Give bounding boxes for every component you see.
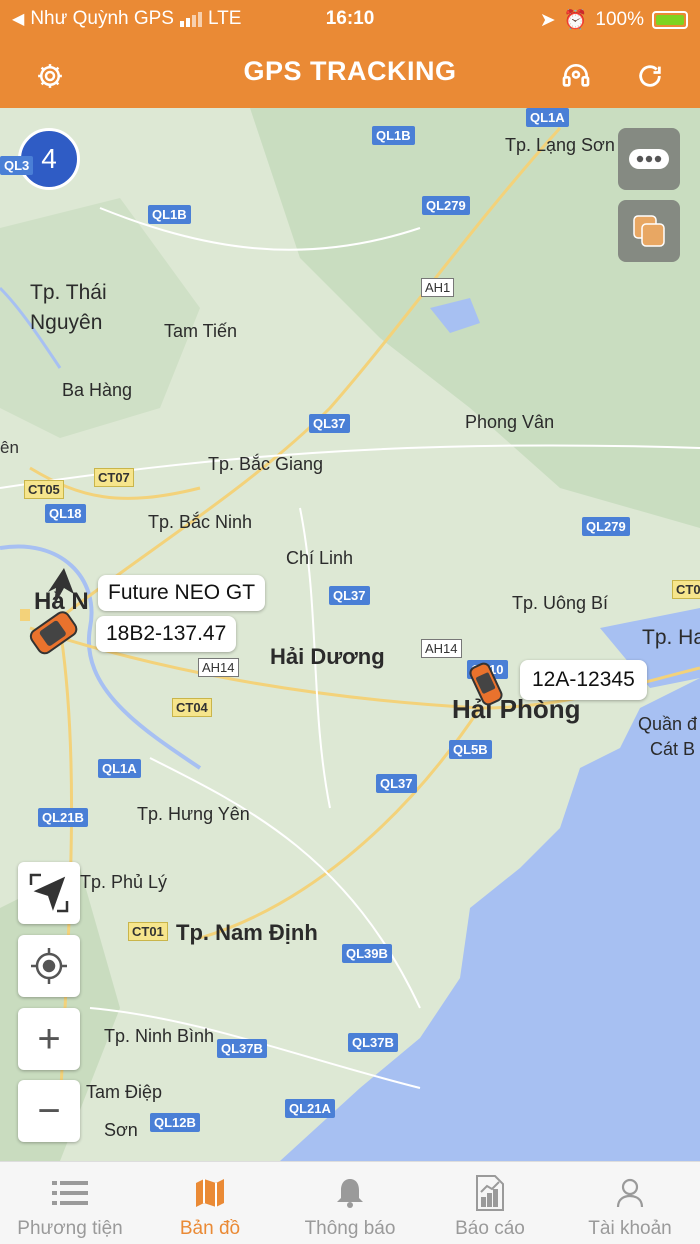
more-options-button[interactable] [618, 128, 680, 190]
place-label: Ba Hàng [62, 380, 133, 400]
place-label: Tp. Thái Nguyên [30, 281, 107, 334]
nav-label: Bản đồ [179, 1218, 241, 1239]
road-label: QL18 [45, 504, 86, 523]
support-button[interactable] [556, 56, 596, 96]
zoom-out-button[interactable]: − [18, 1080, 80, 1142]
place-label: Tam Điệp [86, 1082, 163, 1102]
road-label: QL37 [329, 586, 370, 605]
vehicle-tooltip[interactable]: 18B2-137.47 [96, 616, 237, 652]
nav-label: Phương tiện [17, 1218, 123, 1239]
road-label: CT04 [172, 698, 212, 717]
place-label: Chí Linh [286, 548, 354, 568]
car-marker-icon[interactable] [20, 603, 90, 663]
vehicle-tooltip[interactable]: 12A-12345 [520, 660, 647, 700]
nav-account[interactable]: Tài khoản [560, 1162, 700, 1244]
road-label: QL1B [372, 126, 415, 145]
nav-label: Thông báo [304, 1218, 396, 1239]
road-label: QL5B [449, 740, 492, 759]
battery-percent: 100% [595, 9, 644, 30]
place-label: Tp. Hưng Yên [137, 804, 250, 824]
road-label: AH14 [421, 639, 462, 658]
status-right: ➤ ⏰ 100% [540, 8, 688, 32]
nav-reports[interactable]: Báo cáo [420, 1162, 560, 1244]
place-label: Tp. Uông Bí [512, 593, 609, 613]
road-label: QL37B [348, 1033, 398, 1052]
vehicle-tooltip[interactable]: Future NEO GT [98, 575, 266, 611]
place-label: Tp. Ninh Bình [104, 1026, 215, 1046]
road-label: AH1 [421, 278, 455, 297]
car-marker-icon[interactable] [466, 660, 506, 708]
place-label: Phong Vân [465, 412, 555, 432]
nav-vehicles[interactable]: Phương tiện [0, 1162, 140, 1244]
refresh-button[interactable] [630, 56, 670, 96]
place-label: Tp. Bắc Ninh [148, 512, 253, 532]
place-label: Tp. Bắc Giang [208, 454, 324, 474]
place-label: Quần đ [638, 714, 698, 734]
map-icon [196, 1179, 224, 1207]
map-layers-button[interactable] [618, 200, 680, 262]
road-label: CT05 [24, 480, 64, 499]
list-icon [52, 1181, 88, 1205]
road-label: QL279 [582, 517, 630, 536]
map-view[interactable]: 4 ên Tp. Thái Nguyên Tam Tiến Ba Hàng Tp… [0, 108, 700, 1161]
place-label: Tp. Phủ Lý [80, 872, 168, 892]
road-label: QL37 [376, 774, 417, 793]
more-dots-icon [629, 149, 669, 169]
alarm-icon: ⏰ [563, 10, 588, 31]
nav-notifications[interactable]: Thông báo [280, 1162, 420, 1244]
road-label: CT06 [672, 580, 700, 599]
road-label: QL1A [98, 759, 141, 778]
road-label: QL21A [285, 1099, 335, 1118]
road-label: QL12B [150, 1113, 200, 1132]
navigation-arrow-icon [29, 873, 69, 913]
road-label: AH14 [198, 658, 239, 677]
place-label: Tp. Nam Định [176, 920, 318, 945]
refresh-icon [639, 65, 661, 87]
place-label: Tp. Ha [642, 626, 700, 649]
road-label: CT01 [128, 922, 168, 941]
fit-bounds-button[interactable] [18, 862, 80, 924]
nav-label: Báo cáo [455, 1218, 525, 1239]
my-location-button[interactable] [18, 935, 80, 997]
layers-icon [633, 215, 665, 247]
bottom-navigation: Phương tiện Bản đồ Thông báo Báo cáo Tài… [0, 1161, 700, 1244]
battery-icon [652, 11, 688, 29]
road-label: QL37B [217, 1039, 267, 1058]
location-icon: ➤ [539, 9, 556, 31]
road-label: QL1B [148, 205, 191, 224]
road-label: QL279 [422, 196, 470, 215]
nav-map[interactable]: Bản đồ [140, 1162, 280, 1244]
road-label: QL39B [342, 944, 392, 963]
road-label: QL21B [38, 808, 88, 827]
user-icon [616, 1178, 644, 1208]
place-label: Sơn [104, 1120, 138, 1140]
crosshair-icon [31, 948, 67, 984]
nav-label: Tài khoản [588, 1218, 672, 1239]
place-label: Hải Dương [270, 644, 385, 669]
headset-icon [562, 64, 590, 87]
chart-icon [476, 1175, 504, 1211]
bell-icon [337, 1179, 363, 1208]
road-label: QL1A [526, 108, 569, 127]
status-bar: ◀ Như Quỳnh GPS LTE 16:10 ➤ ⏰ 100% [0, 0, 700, 36]
road-label: CT07 [94, 468, 134, 487]
road-label: QL37 [309, 414, 350, 433]
road-label: QL3 [0, 156, 34, 175]
place-label: ên [0, 438, 19, 457]
app-header: ◀ Như Quỳnh GPS LTE 16:10 ➤ ⏰ 100% GPS T… [0, 0, 700, 108]
zoom-in-button[interactable]: + [18, 1008, 80, 1070]
place-label: Tam Tiến [164, 321, 238, 341]
place-label: Cát B [650, 739, 696, 759]
place-label: Tp. Lạng Sơn [505, 135, 615, 155]
